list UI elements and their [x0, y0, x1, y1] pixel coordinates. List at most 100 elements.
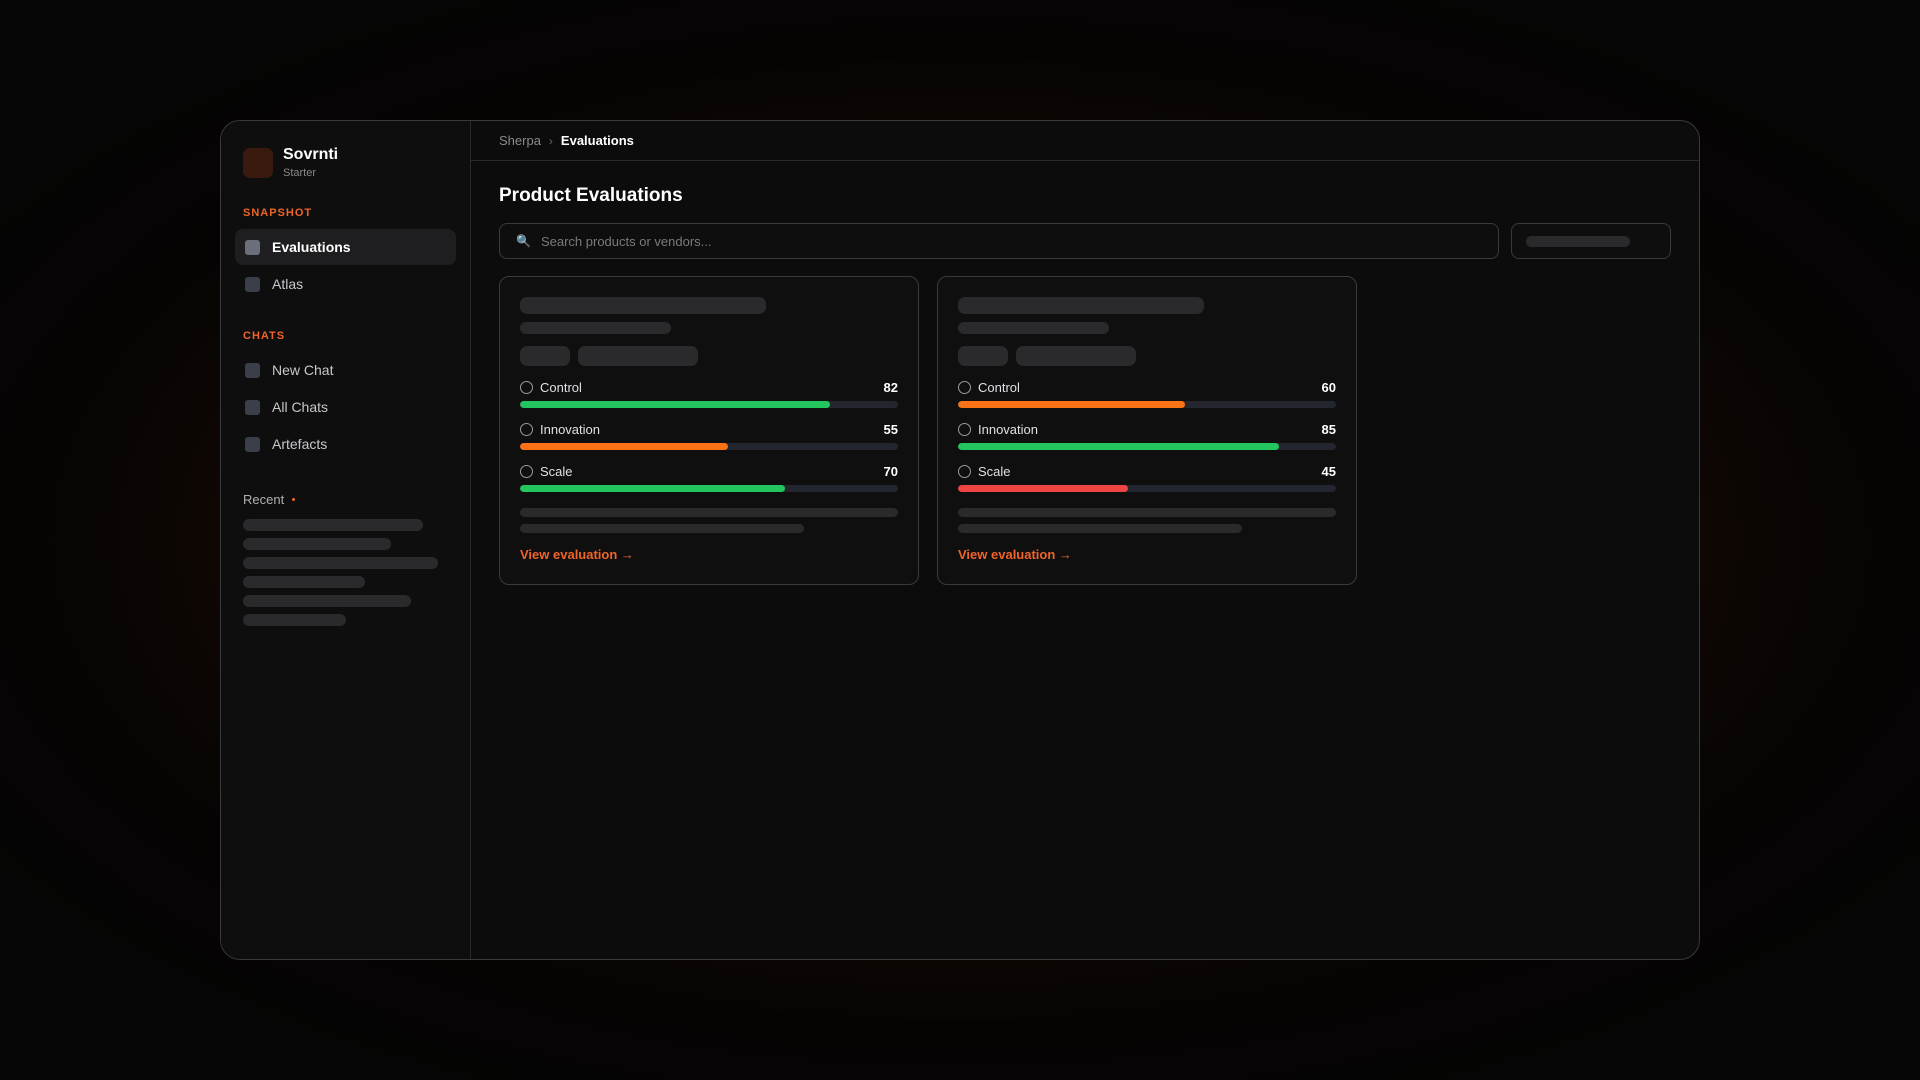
metric-label: Control [540, 379, 582, 395]
metric-label: Innovation [978, 421, 1038, 437]
metric-score: 85 [1321, 421, 1336, 437]
metric-circle-icon [958, 380, 971, 394]
workspace-plan: Starter [283, 167, 317, 179]
card-summary-skeleton [520, 508, 898, 517]
tag-skeleton [1016, 346, 1136, 366]
metric-scale: Scale 45 [958, 463, 1336, 492]
metric-score: 82 [883, 379, 898, 395]
metric-track [520, 485, 898, 492]
main-content: Sherpa › Evaluations Product Evaluations… [471, 121, 1699, 959]
sidebar-item-all-chats[interactable]: All Chats [235, 389, 456, 425]
workspace-name: Sovrnti [283, 146, 339, 163]
workspace-logo [243, 148, 273, 178]
card-title-skeleton [520, 297, 766, 314]
metric-fill [520, 443, 728, 450]
new-chat-icon [245, 362, 260, 378]
view-evaluation-link[interactable]: View evaluation → [520, 547, 634, 562]
card-tags-skeleton [520, 346, 898, 366]
app-window: Sovrnti Starter SNAPSHOT Evaluations Atl… [220, 120, 1700, 960]
metric-circle-icon [520, 464, 533, 478]
recent-item-skeleton [243, 538, 391, 550]
card-summary-skeleton [520, 524, 804, 533]
sidebar: Sovrnti Starter SNAPSHOT Evaluations Atl… [221, 121, 471, 959]
metric-label: Control [978, 379, 1020, 395]
card-title-skeleton [958, 297, 1204, 314]
filter-skeleton [1526, 235, 1630, 247]
metric-score: 45 [1321, 463, 1336, 479]
card-tags-skeleton [958, 346, 1336, 366]
sidebar-item-new-chat[interactable]: New Chat [235, 352, 456, 388]
metric-fill [520, 401, 830, 408]
metric-fill [958, 443, 1280, 450]
recent-item-skeleton [243, 519, 423, 531]
recent-list-loading [235, 519, 456, 626]
metric-label: Scale [540, 463, 573, 479]
sidebar-item-label: Evaluations [272, 239, 351, 255]
search-icon: 🔍 [516, 234, 531, 248]
metric-circle-icon [958, 464, 971, 478]
metric-label: Innovation [540, 421, 600, 437]
metric-track [958, 443, 1336, 450]
metric-circle-icon [520, 380, 533, 394]
recent-item-skeleton [243, 595, 411, 607]
evaluation-card[interactable]: Control 60 Innovation 85 Scale 45 View e… [937, 276, 1357, 585]
metric-track [958, 485, 1336, 492]
metric-circle-icon [958, 422, 971, 436]
sidebar-item-label: Atlas [272, 276, 304, 292]
metric-score: 60 [1321, 379, 1336, 395]
breadcrumb: Sherpa › Evaluations [471, 121, 1699, 161]
metric-score: 70 [883, 463, 898, 479]
evaluation-cards: Control 82 Innovation 55 Scale 70 View e… [499, 276, 1671, 585]
metric-track [958, 401, 1336, 408]
breadcrumb-root[interactable]: Sherpa [499, 133, 541, 148]
card-subtitle-skeleton [520, 322, 671, 334]
sidebar-item-artefacts[interactable]: Artefacts [235, 426, 456, 462]
metric-scale: Scale 70 [520, 463, 898, 492]
sidebar-item-label: All Chats [272, 399, 329, 415]
card-summary-skeleton [958, 524, 1242, 533]
recent-item-skeleton [243, 614, 346, 626]
metric-control: Control 60 [958, 379, 1336, 408]
tag-skeleton [958, 346, 1008, 366]
metric-score: 55 [883, 421, 898, 437]
breadcrumb-separator: › [548, 133, 553, 148]
metric-innovation: Innovation 85 [958, 421, 1336, 450]
sidebar-item-evaluations[interactable]: Evaluations [235, 229, 456, 265]
recent-item-skeleton [243, 557, 438, 569]
toolbar: 🔍 [499, 223, 1671, 259]
metric-control: Control 82 [520, 379, 898, 408]
filter-dropdown-loading[interactable] [1511, 223, 1671, 259]
card-subtitle-skeleton [958, 322, 1109, 334]
metric-innovation: Innovation 55 [520, 421, 898, 450]
sidebar-item-label: New Chat [272, 362, 334, 378]
evaluations-icon [245, 239, 260, 255]
search-input[interactable] [540, 233, 1425, 249]
recent-item-skeleton [243, 576, 365, 588]
sidebar-item-atlas[interactable]: Atlas [235, 266, 456, 302]
recent-indicator-dot [292, 498, 296, 501]
metric-fill [958, 401, 1185, 408]
tag-skeleton [578, 346, 698, 366]
workspace-switcher[interactable]: Sovrnti Starter [235, 145, 456, 179]
breadcrumb-current: Evaluations [560, 133, 634, 148]
evaluation-card[interactable]: Control 82 Innovation 55 Scale 70 View e… [499, 276, 919, 585]
recent-label: Recent [243, 492, 285, 507]
section-label-snapshot: SNAPSHOT [243, 207, 313, 219]
artefacts-icon [245, 436, 260, 452]
metric-label: Scale [978, 463, 1011, 479]
card-summary-skeleton [958, 508, 1336, 517]
metric-circle-icon [520, 422, 533, 436]
metric-fill [520, 485, 785, 492]
search-box[interactable]: 🔍 [499, 223, 1499, 259]
atlas-icon [245, 276, 260, 292]
view-evaluation-link[interactable]: View evaluation → [958, 547, 1072, 562]
recent-header: Recent [235, 492, 456, 507]
section-label-chats: CHATS [243, 330, 286, 342]
sidebar-item-label: Artefacts [272, 436, 328, 452]
metric-track [520, 401, 898, 408]
page-title: Product Evaluations [499, 185, 683, 206]
all-chats-icon [245, 399, 260, 415]
metric-track [520, 443, 898, 450]
tag-skeleton [520, 346, 570, 366]
metric-fill [958, 485, 1129, 492]
